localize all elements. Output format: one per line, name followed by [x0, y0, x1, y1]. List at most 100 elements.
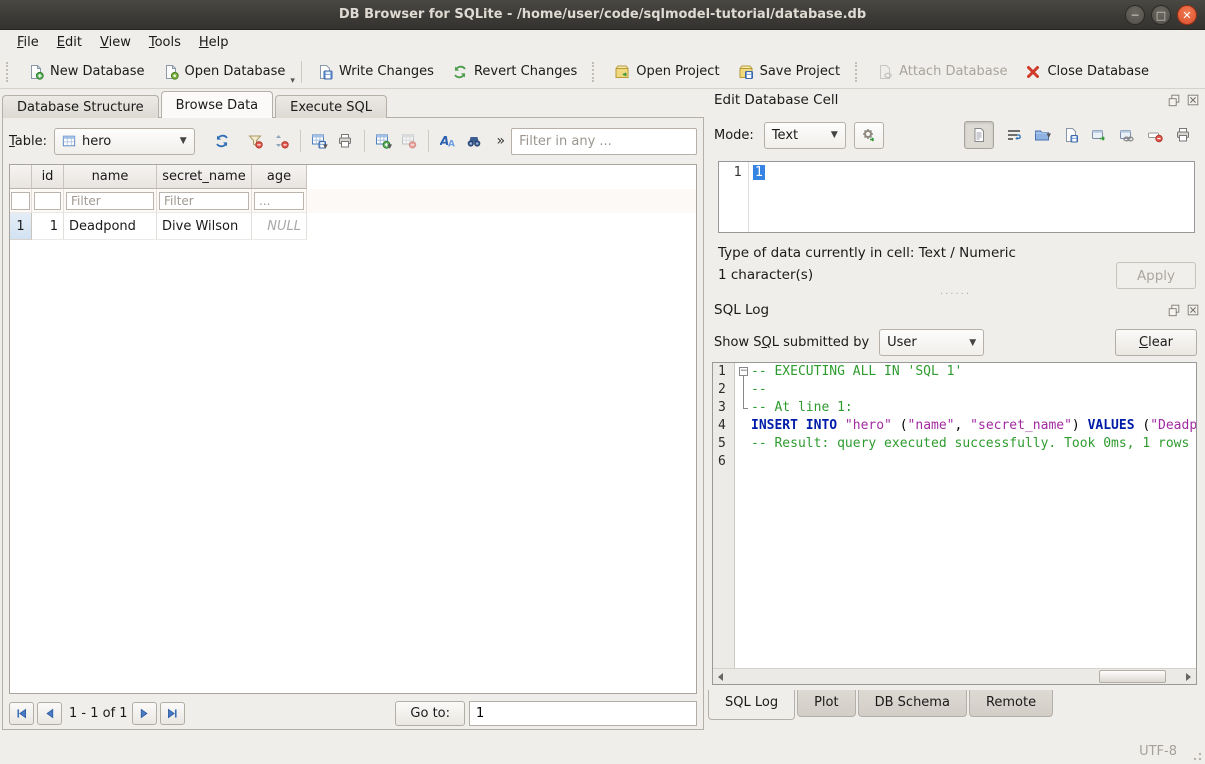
- next-record-button[interactable]: [132, 702, 157, 725]
- auto-detect-button[interactable]: [854, 122, 884, 149]
- open-project-button[interactable]: Open Project: [605, 59, 728, 85]
- insert-record-menu-caret: ▾: [387, 142, 392, 154]
- goto-input[interactable]: [469, 701, 697, 726]
- tab-execute-sql[interactable]: Execute SQL: [275, 95, 387, 118]
- text-mode-button[interactable]: [964, 121, 994, 149]
- scrollbar-track[interactable]: [729, 669, 1180, 684]
- filter-input-rowid[interactable]: [11, 192, 30, 210]
- cell-editor-content[interactable]: 1: [753, 165, 765, 180]
- column-header-id[interactable]: id: [32, 165, 64, 189]
- clear-filters-button[interactable]: [242, 128, 268, 154]
- last-record-button[interactable]: [160, 702, 185, 725]
- tab-remote[interactable]: Remote: [969, 690, 1053, 717]
- dock-close-icon[interactable]: [1185, 302, 1201, 318]
- dock-float-icon[interactable]: [1166, 302, 1182, 318]
- write-changes-button[interactable]: Write Changes: [308, 59, 443, 85]
- sql-log-editor[interactable]: 1 2 3 4 5 6 − -- EXECUTING ALL IN 'SQL 1…: [712, 362, 1197, 685]
- cell-id[interactable]: 1: [32, 213, 64, 240]
- toolbar-extension-button[interactable]: »: [496, 133, 505, 149]
- maximize-icon[interactable]: □: [1151, 5, 1171, 25]
- filter-any-column-input[interactable]: [511, 128, 697, 155]
- filter-input-id[interactable]: [34, 192, 61, 210]
- import-data-button[interactable]: ▾: [1034, 127, 1051, 143]
- edit-cell-title: Edit Database Cell: [714, 92, 838, 108]
- column-header-secret-name[interactable]: secret_name: [157, 165, 252, 189]
- cell-secret-name[interactable]: Dive Wilson: [157, 213, 252, 240]
- first-record-button[interactable]: [9, 702, 34, 725]
- cell-value-editor[interactable]: 1 1: [718, 161, 1195, 233]
- filter-input-age[interactable]: [254, 192, 304, 210]
- menu-file[interactable]: File: [8, 32, 48, 53]
- dock-float-icon[interactable]: [1166, 92, 1182, 108]
- column-header-name[interactable]: name: [64, 165, 157, 189]
- close-icon[interactable]: ✕: [1177, 5, 1197, 25]
- clear-log-button[interactable]: Clear: [1115, 329, 1197, 356]
- toolbar-separator: [428, 130, 429, 152]
- document-icon: [971, 127, 987, 143]
- toolbar-drag-handle[interactable]: [855, 62, 864, 82]
- attach-database-button: Attach Database: [868, 59, 1016, 85]
- format-button[interactable]: AA: [435, 128, 461, 154]
- refresh-button[interactable]: [209, 128, 235, 154]
- menu-edit[interactable]: Edit: [48, 32, 91, 53]
- dock-close-icon[interactable]: [1185, 92, 1201, 108]
- tab-plot[interactable]: Plot: [797, 690, 856, 717]
- toolbar-drag-handle[interactable]: [6, 62, 15, 82]
- menu-tools[interactable]: Tools: [140, 32, 190, 53]
- new-database-button[interactable]: New Database: [19, 59, 154, 85]
- menu-help[interactable]: Help: [190, 32, 238, 53]
- tab-database-structure[interactable]: Database Structure: [2, 95, 159, 118]
- open-database-menu-caret[interactable]: ▾: [290, 76, 295, 88]
- submitted-by-select[interactable]: User ▼: [879, 329, 984, 356]
- revert-changes-button[interactable]: Revert Changes: [443, 59, 586, 85]
- export-data-icon[interactable]: [1063, 127, 1079, 143]
- resize-grip[interactable]: [1190, 749, 1202, 761]
- export-table-button[interactable]: ▾: [307, 128, 333, 154]
- export-table-menu-caret: ▾: [323, 142, 328, 154]
- scroll-left-icon[interactable]: [713, 669, 729, 684]
- open-external-icon[interactable]: [1091, 127, 1107, 143]
- row-header[interactable]: 1: [10, 213, 32, 240]
- minimize-icon[interactable]: ─: [1125, 5, 1145, 25]
- print-icon[interactable]: [1175, 127, 1191, 143]
- word-wrap-icon[interactable]: [1006, 127, 1022, 143]
- table-select[interactable]: hero ▼: [54, 128, 195, 155]
- toolbar-separator: [301, 61, 302, 83]
- filter-input-secret-name[interactable]: [159, 192, 249, 210]
- find-icon: [466, 133, 482, 149]
- menu-view[interactable]: View: [91, 32, 140, 53]
- previous-record-button[interactable]: [37, 702, 62, 725]
- filter-input-name[interactable]: [66, 192, 154, 210]
- open-database-button[interactable]: Open Database: [154, 59, 295, 85]
- horizontal-scrollbar[interactable]: [713, 668, 1196, 684]
- table-label: Table:: [9, 134, 47, 149]
- dock-splitter-handle[interactable]: ······: [706, 291, 1205, 299]
- find-button[interactable]: [461, 128, 487, 154]
- copy-link-icon[interactable]: [1119, 127, 1135, 143]
- scroll-right-icon[interactable]: [1180, 669, 1196, 684]
- save-project-button[interactable]: Save Project: [729, 59, 850, 85]
- cell-age[interactable]: NULL: [252, 213, 307, 240]
- grid-corner[interactable]: [10, 165, 32, 189]
- tab-sql-log[interactable]: SQL Log: [708, 690, 795, 720]
- tab-browse-data[interactable]: Browse Data: [161, 91, 274, 118]
- data-grid[interactable]: id name secret_name age 1 1 Deadpond Div…: [9, 164, 697, 694]
- goto-button[interactable]: Go to:: [395, 701, 465, 726]
- browse-data-pane: Table: hero ▼ ▾ ▾: [2, 117, 704, 730]
- set-null-icon[interactable]: [1147, 127, 1163, 143]
- toolbar-drag-handle[interactable]: [592, 62, 601, 82]
- column-header-age[interactable]: age: [252, 165, 307, 189]
- tab-db-schema[interactable]: DB Schema: [858, 690, 967, 717]
- mode-label: Mode:: [714, 128, 754, 143]
- import-menu-caret: ▾: [1046, 131, 1051, 143]
- gear-refresh-icon: [861, 127, 877, 143]
- insert-record-button[interactable]: ▾: [371, 128, 397, 154]
- cell-name[interactable]: Deadpond: [64, 213, 157, 240]
- scrollbar-thumb[interactable]: [1099, 670, 1167, 683]
- sql-log-line-numbers: 1 2 3 4 5 6: [713, 363, 735, 668]
- fold-collapse-icon[interactable]: −: [739, 367, 748, 376]
- mode-select[interactable]: Text ▼: [764, 122, 846, 149]
- clear-sorting-button[interactable]: [268, 128, 294, 154]
- close-database-button[interactable]: Close Database: [1016, 59, 1158, 85]
- print-table-button[interactable]: [332, 128, 358, 154]
